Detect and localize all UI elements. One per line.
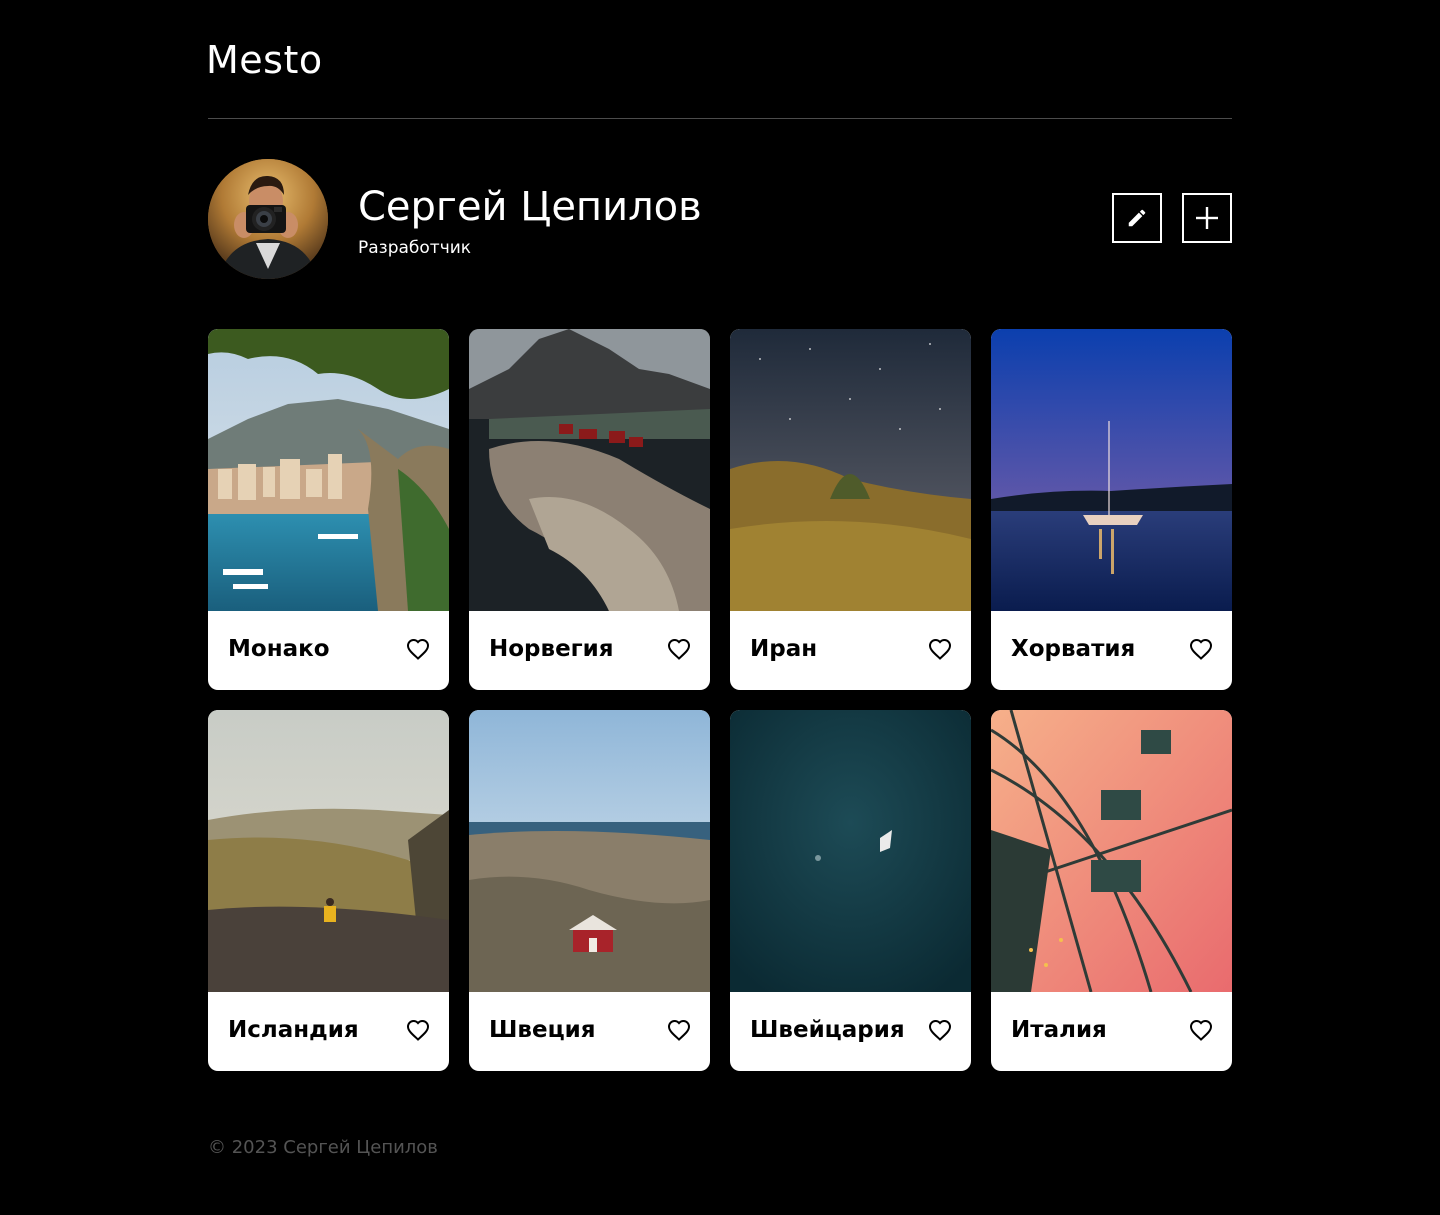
like-button[interactable] bbox=[1189, 1019, 1213, 1041]
card-image[interactable] bbox=[991, 329, 1232, 611]
heart-icon bbox=[667, 1019, 691, 1041]
avatar[interactable] bbox=[208, 159, 328, 279]
card-image[interactable] bbox=[991, 710, 1232, 992]
card: Норвегия bbox=[469, 329, 710, 690]
card: Италия bbox=[991, 710, 1232, 1071]
edit-profile-button[interactable] bbox=[1112, 193, 1162, 243]
like-button[interactable] bbox=[406, 638, 430, 660]
heart-icon bbox=[406, 638, 430, 660]
logo[interactable]: Mesto bbox=[206, 38, 323, 82]
profile: Сергей Цепилов Разработчик bbox=[208, 159, 1232, 279]
profile-about: Разработчик bbox=[358, 238, 472, 258]
like-button[interactable] bbox=[928, 638, 952, 660]
page: Mesto Сергей Цепилов Разработчик Монако … bbox=[206, 0, 1232, 1215]
card-title: Италия bbox=[1011, 1017, 1107, 1043]
heart-icon bbox=[928, 1019, 952, 1041]
card-image[interactable] bbox=[469, 329, 710, 611]
pencil-icon bbox=[1128, 209, 1146, 227]
footer-copyright: © 2023 Сергей Цепилов bbox=[208, 1137, 438, 1158]
card-title: Монако bbox=[228, 636, 330, 662]
heart-icon bbox=[667, 638, 691, 660]
card: Швеция bbox=[469, 710, 710, 1071]
heart-icon bbox=[928, 638, 952, 660]
profile-name: Сергей Цепилов bbox=[358, 184, 702, 230]
like-button[interactable] bbox=[1189, 638, 1213, 660]
like-button[interactable] bbox=[667, 638, 691, 660]
card-image[interactable] bbox=[208, 710, 449, 992]
card-image[interactable] bbox=[730, 710, 971, 992]
card-image[interactable] bbox=[730, 329, 971, 611]
heart-icon bbox=[406, 1019, 430, 1041]
card-title: Норвегия bbox=[489, 636, 614, 662]
header: Mesto bbox=[206, 0, 1232, 119]
card-title: Исландия bbox=[228, 1017, 359, 1043]
card: Исландия bbox=[208, 710, 449, 1071]
card-title: Швейцария bbox=[750, 1017, 905, 1043]
card: Иран bbox=[730, 329, 971, 690]
heart-icon bbox=[1189, 638, 1213, 660]
card-image[interactable] bbox=[469, 710, 710, 992]
card-title: Иран bbox=[750, 636, 818, 662]
add-card-button[interactable] bbox=[1182, 193, 1232, 243]
heart-icon bbox=[1189, 1019, 1213, 1041]
like-button[interactable] bbox=[928, 1019, 952, 1041]
card: Монако bbox=[208, 329, 449, 690]
card: Швейцария bbox=[730, 710, 971, 1071]
like-button[interactable] bbox=[667, 1019, 691, 1041]
card-image[interactable] bbox=[208, 329, 449, 611]
plus-icon bbox=[1196, 207, 1218, 229]
card-title: Швеция bbox=[489, 1017, 596, 1043]
card: Хорватия bbox=[991, 329, 1232, 690]
card-title: Хорватия bbox=[1011, 636, 1136, 662]
like-button[interactable] bbox=[406, 1019, 430, 1041]
